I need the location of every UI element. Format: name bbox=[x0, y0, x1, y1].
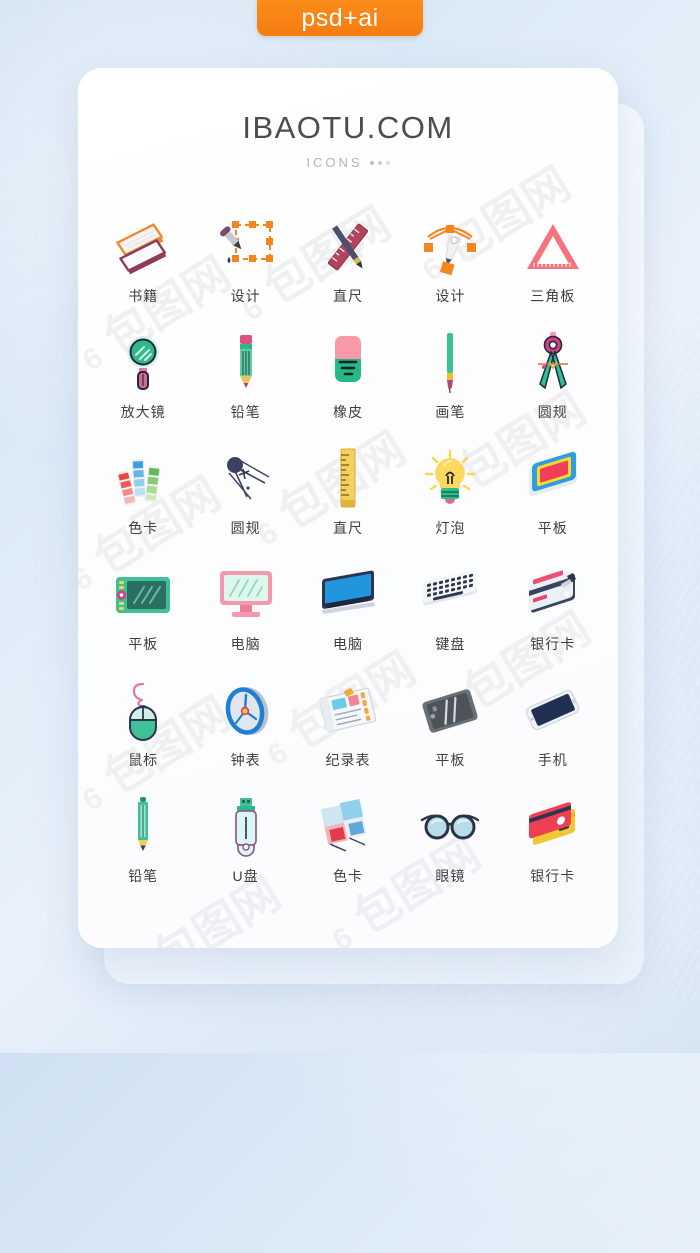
icon-label: 设计 bbox=[230, 288, 261, 304]
icon-cell[interactable]: 手机 bbox=[502, 680, 604, 774]
icon-cell[interactable]: 橡皮 bbox=[297, 332, 399, 426]
icon-cell[interactable]: 银行卡 bbox=[502, 796, 604, 890]
page-title: IBAOTU.COM bbox=[242, 110, 454, 145]
icon-grid: 书籍 设计 直尺 设计 三角板 放大镜 铅笔 橡皮 画笔 圆规 色卡 圆规 直尺… bbox=[78, 216, 618, 890]
bank-cards-navy-icon bbox=[521, 564, 585, 626]
drawing-tablet-icon bbox=[111, 564, 175, 626]
page-subtitle: ICONS bbox=[78, 155, 618, 170]
icon-label: 色卡 bbox=[128, 520, 159, 536]
icon-cell[interactable]: 键盘 bbox=[399, 564, 501, 658]
icon-label: 手机 bbox=[537, 752, 568, 768]
icon-cell[interactable]: 平板 bbox=[92, 564, 194, 658]
color-swatch-icon bbox=[111, 448, 175, 510]
magnifier-icon bbox=[111, 332, 175, 394]
dots-ornament-icon bbox=[369, 160, 390, 165]
icon-cell[interactable]: 设计 bbox=[399, 216, 501, 310]
icon-label: 钟表 bbox=[230, 752, 261, 768]
card-header: IBAOTU.COM ICONS bbox=[78, 68, 618, 170]
mouse-icon bbox=[111, 680, 175, 742]
icon-cell[interactable]: 钟表 bbox=[194, 680, 296, 774]
compass-icon bbox=[521, 332, 585, 394]
eyedropper-design-icon bbox=[214, 216, 278, 278]
icon-label: 纪录表 bbox=[325, 752, 371, 768]
tablet-gray-icon bbox=[418, 680, 482, 742]
icon-cell[interactable]: 直尺 bbox=[297, 216, 399, 310]
icon-label: 圆规 bbox=[537, 404, 568, 420]
icon-cell[interactable]: U盘 bbox=[194, 796, 296, 890]
tablet-colorful-icon bbox=[521, 448, 585, 510]
icon-cell[interactable]: 鼠标 bbox=[92, 680, 194, 774]
icon-cell[interactable]: 铅笔 bbox=[194, 332, 296, 426]
smartphone-icon bbox=[521, 680, 585, 742]
pencil-green-icon bbox=[111, 796, 175, 858]
icon-label: 铅笔 bbox=[128, 868, 159, 884]
icon-cell[interactable]: 画笔 bbox=[399, 332, 501, 426]
clock-icon bbox=[214, 680, 278, 742]
pencil-icon bbox=[214, 332, 278, 394]
icon-label: 直尺 bbox=[332, 520, 363, 536]
icon-label: 直尺 bbox=[332, 288, 363, 304]
icon-label: 放大镜 bbox=[120, 404, 166, 420]
icon-cell[interactable]: 书籍 bbox=[92, 216, 194, 310]
icon-label: 铅笔 bbox=[230, 404, 261, 420]
drafting-compass-icon bbox=[214, 448, 278, 510]
triangle-ruler-icon bbox=[521, 216, 585, 278]
icon-label: 画笔 bbox=[435, 404, 466, 420]
icon-label: 电脑 bbox=[230, 636, 261, 652]
icon-cell[interactable]: 银行卡 bbox=[502, 564, 604, 658]
keyboard-icon bbox=[418, 564, 482, 626]
icon-label: 设计 bbox=[435, 288, 466, 304]
icon-cell[interactable]: 色卡 bbox=[92, 448, 194, 542]
icon-label: 书籍 bbox=[128, 288, 159, 304]
icon-cell[interactable]: 色卡 bbox=[297, 796, 399, 890]
format-badge: psd+ai bbox=[257, 0, 423, 36]
icon-cell[interactable]: 纪录表 bbox=[297, 680, 399, 774]
ruler-yellow-icon bbox=[316, 448, 380, 510]
icon-label: 眼镜 bbox=[435, 868, 466, 884]
icon-label: 银行卡 bbox=[530, 636, 576, 652]
icon-cell[interactable]: 三角板 bbox=[502, 216, 604, 310]
icon-set-card: 6 包图网 6 包图网 6 包图网 6 包图网 6 包图网 6 包图网 6 包图… bbox=[78, 68, 618, 948]
books-icon bbox=[111, 216, 175, 278]
icon-label: 圆规 bbox=[230, 520, 261, 536]
icon-cell[interactable]: 电脑 bbox=[297, 564, 399, 658]
icon-cell[interactable]: 平板 bbox=[399, 680, 501, 774]
icon-cell[interactable]: 直尺 bbox=[297, 448, 399, 542]
icon-label: 银行卡 bbox=[530, 868, 576, 884]
icon-label: 色卡 bbox=[332, 868, 363, 884]
icon-cell[interactable]: 灯泡 bbox=[399, 448, 501, 542]
icon-label: 橡皮 bbox=[332, 404, 363, 420]
color-fan-icon bbox=[316, 796, 380, 858]
usb-drive-icon bbox=[214, 796, 278, 858]
icon-label: 键盘 bbox=[435, 636, 466, 652]
bank-cards-red-icon bbox=[521, 796, 585, 858]
icon-cell[interactable]: 圆规 bbox=[194, 448, 296, 542]
glasses-icon bbox=[418, 796, 482, 858]
monitor-pink-icon bbox=[214, 564, 278, 626]
icon-label: 电脑 bbox=[332, 636, 363, 652]
icon-label: 三角板 bbox=[530, 288, 576, 304]
icon-cell[interactable]: 放大镜 bbox=[92, 332, 194, 426]
icon-label: 平板 bbox=[435, 752, 466, 768]
lightbulb-icon bbox=[418, 448, 482, 510]
pen-tool-icon bbox=[418, 216, 482, 278]
notebook-record-icon bbox=[316, 680, 380, 742]
icon-label: 平板 bbox=[128, 636, 159, 652]
eraser-icon bbox=[316, 332, 380, 394]
icon-cell[interactable]: 设计 bbox=[194, 216, 296, 310]
icon-label: 平板 bbox=[537, 520, 568, 536]
subtitle-text: ICONS bbox=[306, 155, 363, 170]
icon-cell[interactable]: 眼镜 bbox=[399, 796, 501, 890]
icon-label: 鼠标 bbox=[128, 752, 159, 768]
icon-cell[interactable]: 电脑 bbox=[194, 564, 296, 658]
icon-cell[interactable]: 铅笔 bbox=[92, 796, 194, 890]
paintbrush-icon bbox=[418, 332, 482, 394]
imac-blue-icon bbox=[316, 564, 380, 626]
icon-cell[interactable]: 平板 bbox=[502, 448, 604, 542]
icon-label: U盘 bbox=[232, 868, 259, 884]
icon-label: 灯泡 bbox=[435, 520, 466, 536]
ruler-pen-icon bbox=[316, 216, 380, 278]
icon-cell[interactable]: 圆规 bbox=[502, 332, 604, 426]
